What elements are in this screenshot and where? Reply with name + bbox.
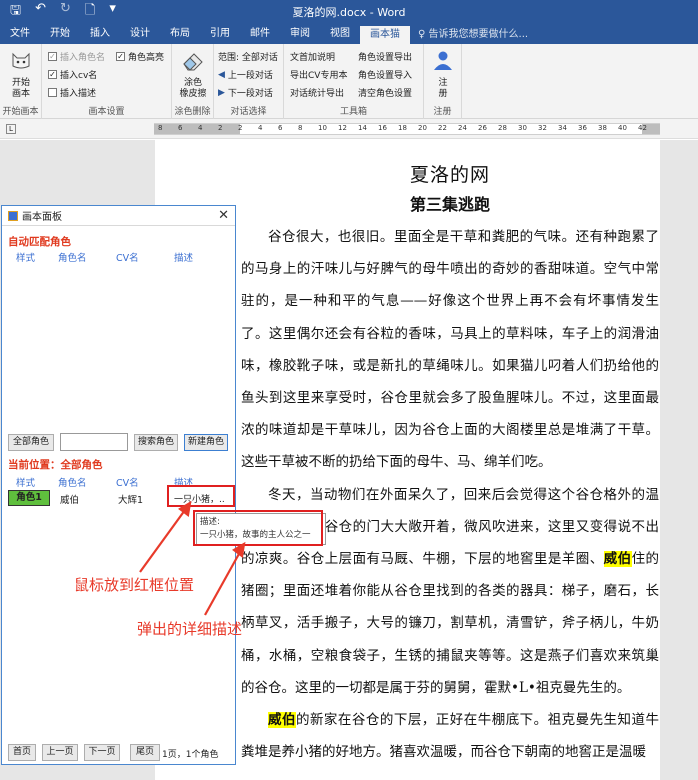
annotation-arrows [139,500,246,616]
arrow-to-desc-cell [139,500,192,573]
arrow-to-tooltip [204,541,246,616]
annotation-mouse-hover: 鼠标放到红框位置 [74,576,195,594]
annotation-popup-desc: 弹出的详细描述 [137,620,243,638]
